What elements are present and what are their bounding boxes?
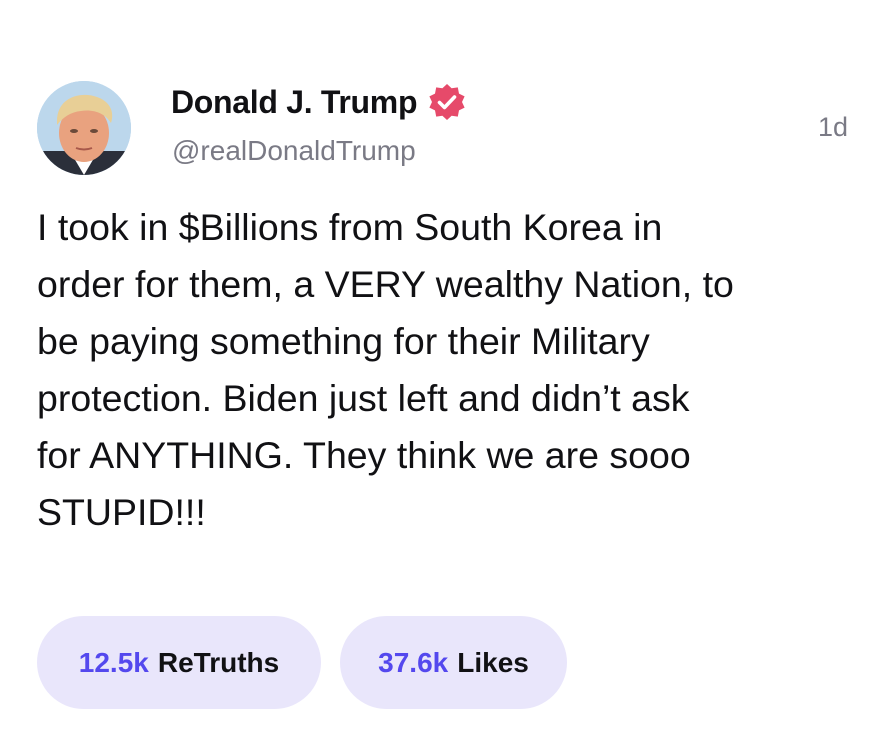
author-avatar[interactable] [37,81,131,175]
post-body-text: I took in $Billions from South Korea in … [37,206,734,533]
retruths-label: ReTruths [157,646,280,678]
author-display-name[interactable]: Donald J. Trump [171,82,467,122]
verified-badge-icon [429,84,465,120]
truth-post-card: Donald J. Trump @realDonaldTrump 1d I to… [0,0,881,737]
likes-count: 37.6k [378,646,449,678]
post-timestamp[interactable]: 1d [818,112,848,143]
author-handle[interactable]: @realDonaldTrump [172,135,416,167]
retruths-button[interactable]: 12.5k ReTruths [37,616,321,709]
retruths-count: 12.5k [78,646,149,678]
likes-label: Likes [457,646,529,678]
author-name-text: Donald J. Trump [171,83,418,120]
avatar-portrait-icon [37,81,131,175]
likes-button[interactable]: 37.6k Likes [340,616,567,709]
